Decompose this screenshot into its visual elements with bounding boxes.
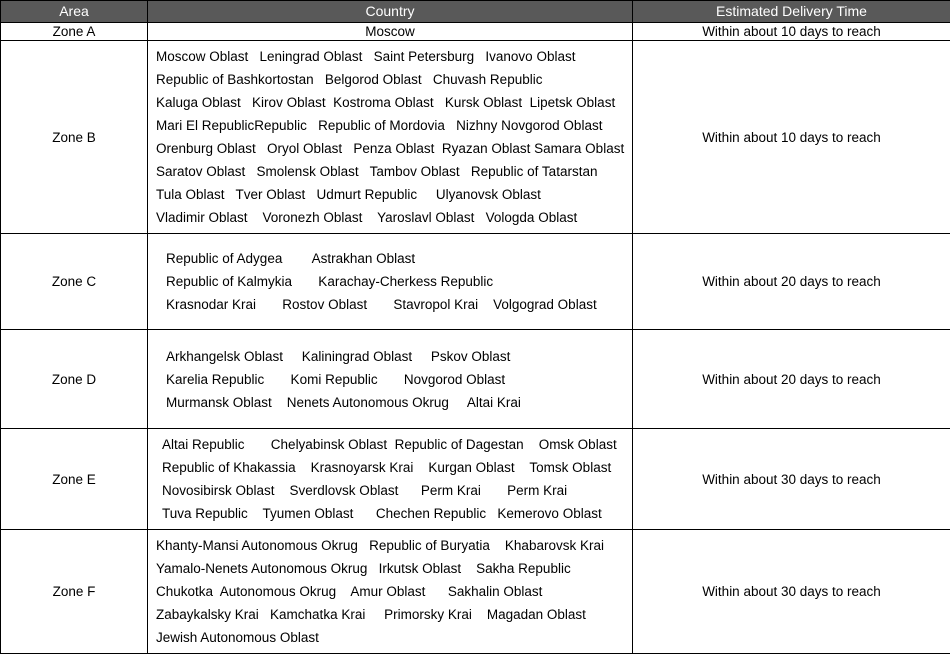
region-list: Moscow Oblast Leningrad Oblast Saint Pet… bbox=[148, 41, 632, 233]
zone-area-cell: Zone C bbox=[1, 234, 148, 330]
country-regions-cell: Khanty-Mansi Autonomous Okrug Republic o… bbox=[148, 530, 633, 654]
region-line: Zabaykalsky Krai Kamchatka Krai Primorsk… bbox=[156, 603, 626, 626]
region-line: Chukotka Autonomous Okrug Amur Oblast Sa… bbox=[156, 580, 626, 603]
region-line: Moscow bbox=[365, 24, 415, 39]
table-header-row: Area Country Estimated Delivery Time bbox=[1, 1, 950, 23]
region-list: Republic of Adygea Astrakhan OblastRepub… bbox=[148, 243, 632, 320]
region-line: Republic of Khakassia Krasnoyarsk Krai K… bbox=[162, 456, 626, 479]
zone-area-cell: Zone B bbox=[1, 41, 148, 234]
delivery-time-cell: Within about 20 days to reach bbox=[633, 234, 950, 330]
region-line: Krasnodar Krai Rostov Oblast Stavropol K… bbox=[166, 293, 626, 316]
table-row: Zone F Khanty-Mansi Autonomous Okrug Repu… bbox=[1, 530, 950, 654]
country-regions-cell: Moscow bbox=[148, 23, 633, 41]
country-regions-cell: Altai Republic Chelyabinsk Oblast Republ… bbox=[148, 429, 633, 530]
region-line: Moscow Oblast Leningrad Oblast Saint Pet… bbox=[156, 45, 626, 68]
region-line: Murmansk Oblast Nenets Autonomous Okrug … bbox=[166, 391, 626, 414]
region-line: Jewish Autonomous Oblast bbox=[156, 626, 626, 649]
zone-area-cell: Zone E bbox=[1, 429, 148, 530]
zone-area-cell: Zone D bbox=[1, 330, 148, 429]
region-line: Altai Republic Chelyabinsk Oblast Republ… bbox=[162, 433, 626, 456]
table-row: Zone A Moscow Within about 10 days to reac… bbox=[1, 23, 950, 41]
region-line: Karelia Republic Komi Republic Novgorod … bbox=[166, 368, 626, 391]
zone-area-cell: Zone A bbox=[1, 23, 148, 41]
region-line: Arkhangelsk Oblast Kaliningrad Oblast Ps… bbox=[166, 345, 626, 368]
region-line: Orenburg Oblast Oryol Oblast Penza Oblas… bbox=[156, 137, 626, 160]
country-regions-cell: Moscow Oblast Leningrad Oblast Saint Pet… bbox=[148, 41, 633, 234]
table-body: Zone A Moscow Within about 10 days to reac… bbox=[1, 23, 950, 654]
delivery-time-cell: Within about 30 days to reach bbox=[633, 530, 950, 654]
table-row: Zone B Moscow Oblast Leningrad Oblast Sai… bbox=[1, 41, 950, 234]
region-line: Mari El RepublicRepublic Republic of Mor… bbox=[156, 114, 626, 137]
delivery-zones-table: Area Country Estimated Delivery Time Zon… bbox=[0, 0, 950, 654]
region-line: Kaluga Oblast Kirov Oblast Kostroma Obla… bbox=[156, 91, 626, 114]
region-line: Republic of Kalmykia Karachay-Cherkess R… bbox=[166, 270, 626, 293]
region-line: Republic of Adygea Astrakhan Oblast bbox=[166, 247, 626, 270]
country-regions-cell: Arkhangelsk Oblast Kaliningrad Oblast Ps… bbox=[148, 330, 633, 429]
region-list: Arkhangelsk Oblast Kaliningrad Oblast Ps… bbox=[148, 341, 632, 418]
table-row: Zone D Arkhangelsk Oblast Kaliningrad Obl… bbox=[1, 330, 950, 429]
region-line: Yamalo-Nenets Autonomous Okrug Irkutsk O… bbox=[156, 557, 626, 580]
table-row: Zone CRepublic of Adygea Astrakhan Oblas… bbox=[1, 234, 950, 330]
region-list: Altai Republic Chelyabinsk Oblast Republ… bbox=[148, 429, 632, 529]
region-line: Vladimir Oblast Voronezh Oblast Yaroslav… bbox=[156, 206, 626, 229]
delivery-time-cell: Within about 30 days to reach bbox=[633, 429, 950, 530]
column-header-time: Estimated Delivery Time bbox=[633, 1, 950, 23]
region-line: Tuva Republic Tyumen Oblast Chechen Repu… bbox=[162, 502, 626, 525]
delivery-time-cell: Within about 10 days to reach bbox=[633, 23, 950, 41]
delivery-time-cell: Within about 20 days to reach bbox=[633, 330, 950, 429]
column-header-country: Country bbox=[148, 1, 633, 23]
region-list: Khanty-Mansi Autonomous Okrug Republic o… bbox=[148, 530, 632, 653]
region-line: Saratov Oblast Smolensk Oblast Tambov Ob… bbox=[156, 160, 626, 183]
column-header-area: Area bbox=[1, 1, 148, 23]
region-line: Tula Oblast Tver Oblast Udmurt Republic … bbox=[156, 183, 626, 206]
region-line: Republic of Bashkortostan Belgorod Oblas… bbox=[156, 68, 626, 91]
region-line: Novosibirsk Oblast Sverdlovsk Oblast Per… bbox=[162, 479, 626, 502]
delivery-time-cell: Within about 10 days to reach bbox=[633, 41, 950, 234]
region-line: Khanty-Mansi Autonomous Okrug Republic o… bbox=[156, 534, 626, 557]
table-row: Zone E Altai Republic Chelyabinsk Oblast … bbox=[1, 429, 950, 530]
country-regions-cell: Republic of Adygea Astrakhan OblastRepub… bbox=[148, 234, 633, 330]
zone-area-cell: Zone F bbox=[1, 530, 148, 654]
